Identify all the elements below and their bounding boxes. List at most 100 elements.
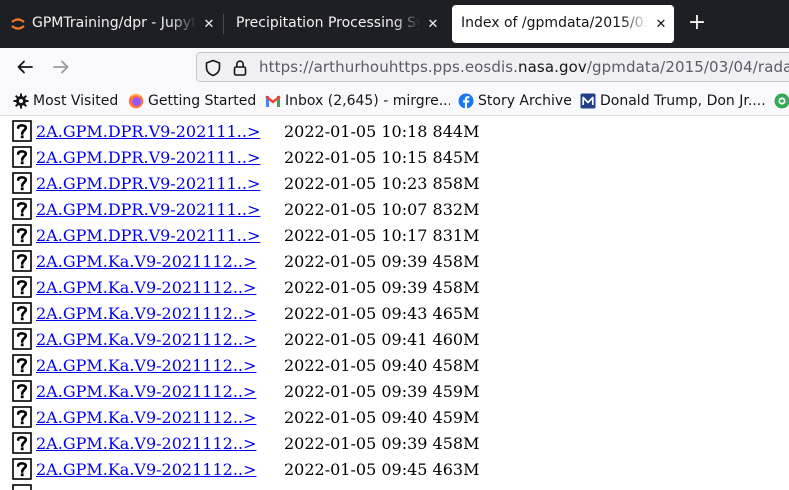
- unknown-file-icon: [12, 302, 32, 324]
- table-row: 2A.GPM.Ka.V9-2021112..> 2022-01-05 09:39 …: [0, 431, 789, 457]
- tab-index-gpmdata[interactable]: Index of /gpmdata/2015/03/ ✕: [452, 5, 674, 43]
- tab-jupyter[interactable]: GPMTraining/dpr - Jupyte ✕: [0, 5, 222, 43]
- bookmark-label: Getting Started: [148, 92, 257, 109]
- file-date: 2022-01-05 10:17: [284, 226, 428, 245]
- table-row: 2A.GPM.DPR.V9-202111..> 2022-01-05 10:15 …: [0, 145, 789, 171]
- bookmark-gmail-inbox[interactable]: Inbox (2,645) - mirgre...: [265, 86, 450, 115]
- facebook-icon: [458, 93, 474, 108]
- tab-pps[interactable]: Precipitation Processing Syst ✕: [224, 5, 446, 43]
- directory-listing: 2A.GPM.DPR.V9-202111..> 2022-01-05 10:18 …: [0, 117, 789, 490]
- bookmark-label: Inbox (2,645) - mirgre...: [285, 92, 450, 109]
- unknown-file-icon: [12, 380, 32, 402]
- file-size: 460M: [432, 330, 480, 349]
- tab-fade: [622, 5, 648, 43]
- url-path: /gpmdata/2015/03/04/radar/: [586, 58, 789, 76]
- file-date: 2022-01-05 09:40: [284, 356, 428, 375]
- file-link[interactable]: 2A.GPM.DPR.V9-202111..>: [36, 174, 260, 193]
- tab-close-button[interactable]: ✕: [648, 5, 674, 43]
- table-row-partial: [0, 483, 789, 490]
- file-modified: 2022-01-05 10:15 845M: [284, 148, 479, 167]
- file-link[interactable]: 2A.GPM.Ka.V9-2021112..>: [36, 356, 256, 375]
- file-date: 2022-01-05 09:39: [284, 382, 428, 401]
- bookmark-story-archive[interactable]: Story Archive: [458, 86, 572, 115]
- file-link[interactable]: 2A.GPM.DPR.V9-202111..>: [36, 200, 260, 219]
- file-size: 831M: [432, 226, 480, 245]
- url-domain: nasa.gov: [518, 58, 587, 76]
- unknown-file-icon: [12, 250, 32, 272]
- navigation-bar: https://arthurhouhttps.pps.eosdis.nasa.g…: [0, 48, 789, 86]
- file-modified: 2022-01-05 09:45 463M: [284, 460, 479, 479]
- file-modified: 2022-01-05 10:07 832M: [284, 200, 479, 219]
- unknown-file-icon: [12, 198, 32, 220]
- file-modified: 2022-01-05 09:39 458M: [284, 252, 479, 271]
- file-date: 2022-01-05 09:39: [284, 434, 428, 453]
- table-row: 2A.GPM.Ka.V9-2021112..> 2022-01-05 09:39 …: [0, 275, 789, 301]
- file-size: 845M: [432, 148, 480, 167]
- file-date: 2022-01-05 10:18: [284, 122, 428, 141]
- file-size: 858M: [432, 174, 480, 193]
- file-link[interactable]: 2A.GPM.DPR.V9-202111..>: [36, 122, 260, 141]
- table-row: 2A.GPM.DPR.V9-202111..> 2022-01-05 10:17 …: [0, 223, 789, 249]
- file-date: 2022-01-05 09:40: [284, 408, 428, 427]
- unknown-file-icon: [12, 172, 32, 194]
- file-date: 2022-01-05 09:43: [284, 304, 428, 323]
- unknown-file-icon: [12, 406, 32, 428]
- table-row: 2A.GPM.DPR.V9-202111..> 2022-01-05 10:18 …: [0, 119, 789, 145]
- bookmark-label: Donald Trump, Don Jr....: [600, 92, 765, 109]
- file-link[interactable]: 2A.GPM.Ka.V9-2021112..>: [36, 382, 256, 401]
- bookmarks-toolbar: Most Visited Getting Started Inbox (2,64…: [0, 86, 789, 116]
- file-date: 2022-01-05 10:15: [284, 148, 428, 167]
- bookmark-label: Story Archive: [478, 92, 572, 109]
- url-text[interactable]: https://arthurhouhttps.pps.eosdis.nasa.g…: [259, 58, 789, 76]
- table-row: 2A.GPM.Ka.V9-2021112..> 2022-01-05 09:45 …: [0, 457, 789, 483]
- unknown-file-icon: [12, 484, 32, 490]
- file-modified: 2022-01-05 10:23 858M: [284, 174, 479, 193]
- file-link[interactable]: 2A.GPM.Ka.V9-2021112..>: [36, 460, 256, 479]
- file-modified: 2022-01-05 09:39 459M: [284, 382, 479, 401]
- bookmark-donald-trump[interactable]: Donald Trump, Don Jr....: [580, 86, 765, 115]
- bookmark-most-visited[interactable]: Most Visited: [13, 86, 118, 115]
- gmail-icon: [265, 95, 281, 107]
- new-tab-button[interactable]: +: [684, 10, 710, 38]
- table-row: 2A.GPM.Ka.V9-2021112..> 2022-01-05 09:39 …: [0, 379, 789, 405]
- file-modified: 2022-01-05 09:39 458M: [284, 278, 479, 297]
- lock-icon[interactable]: [231, 59, 249, 77]
- unknown-file-icon: [12, 146, 32, 168]
- tab-strip: GPMTraining/dpr - Jupyte ✕ Precipitation…: [0, 0, 789, 48]
- gear-icon: [13, 93, 29, 108]
- file-modified: 2022-01-05 09:40 458M: [284, 356, 479, 375]
- bookmark-getting-started[interactable]: Getting Started: [128, 86, 256, 115]
- file-size: 459M: [432, 408, 480, 427]
- file-modified: 2022-01-05 09:39 458M: [284, 434, 479, 453]
- file-link[interactable]: 2A.GPM.Ka.V9-2021112..>: [36, 434, 256, 453]
- forward-button[interactable]: [47, 53, 75, 81]
- file-modified: 2022-01-05 10:18 844M: [284, 122, 479, 141]
- tab-close-button[interactable]: ✕: [420, 5, 446, 43]
- table-row: 2A.GPM.Ka.V9-2021112..> 2022-01-05 09:43 …: [0, 301, 789, 327]
- file-size: 844M: [432, 122, 480, 141]
- unknown-file-icon: [12, 120, 32, 142]
- file-link[interactable]: 2A.GPM.DPR.V9-202111..>: [36, 148, 260, 167]
- file-link[interactable]: 2A.GPM.Ka.V9-2021112..>: [36, 408, 256, 427]
- m-site-icon: [580, 93, 596, 108]
- file-link[interactable]: 2A.GPM.Ka.V9-2021112..>: [36, 304, 256, 323]
- file-link[interactable]: 2A.GPM.DPR.V9-202111..>: [36, 226, 260, 245]
- url-prefix: https://arthurhouhttps.pps.eosdis.: [259, 58, 519, 76]
- bookmark-overflow-partial[interactable]: [774, 86, 789, 115]
- file-link[interactable]: 2A.GPM.Ka.V9-2021112..>: [36, 278, 256, 297]
- unknown-file-icon: [12, 354, 32, 376]
- file-modified: 2022-01-05 09:41 460M: [284, 330, 479, 349]
- back-button[interactable]: [11, 53, 39, 81]
- tracking-protection-shield-icon[interactable]: [204, 59, 222, 77]
- file-date: 2022-01-05 09:41: [284, 330, 428, 349]
- overflow-site-icon: [774, 93, 789, 108]
- file-link[interactable]: 2A.GPM.Ka.V9-2021112..>: [36, 330, 256, 349]
- table-row: 2A.GPM.Ka.V9-2021112..> 2022-01-05 09:40 …: [0, 353, 789, 379]
- url-bar[interactable]: https://arthurhouhttps.pps.eosdis.nasa.g…: [196, 52, 789, 82]
- tab-close-button[interactable]: ✕: [196, 5, 222, 43]
- file-size: 458M: [432, 434, 480, 453]
- file-date: 2022-01-05 09:45: [284, 460, 428, 479]
- unknown-file-icon: [12, 276, 32, 298]
- file-size: 458M: [432, 252, 480, 271]
- file-link[interactable]: 2A.GPM.Ka.V9-2021112..>: [36, 252, 256, 271]
